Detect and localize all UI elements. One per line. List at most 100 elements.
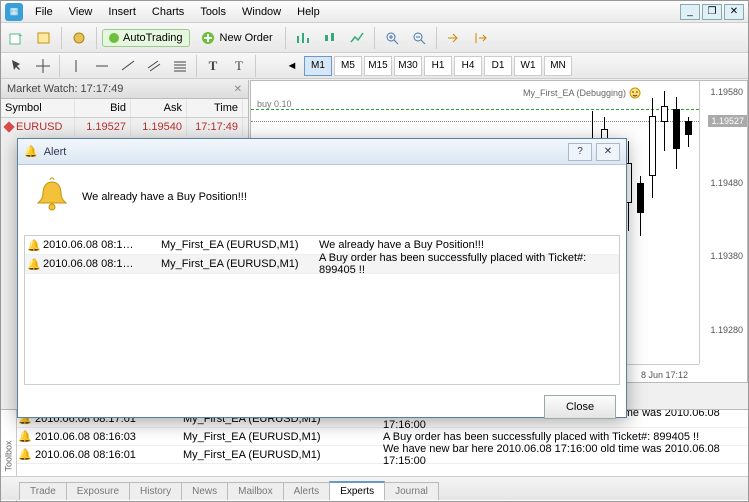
dialog-title: Alert [44,146,67,158]
market-watch-title: Market Watch: 17:17:49 [7,83,123,95]
market-watch-header[interactable]: Market Watch: 17:17:49 ✕ [1,80,248,99]
time-value: 17:17:49 [187,118,243,136]
new-order-button[interactable]: New Order [193,26,280,50]
dialog-titlebar[interactable]: 🔔 Alert ? ✕ [18,139,626,165]
symbol-diamond-icon [3,121,14,132]
tab-news[interactable]: News [181,482,228,500]
profiles-button[interactable] [32,26,56,50]
new-order-label: New Order [220,32,273,44]
autotrading-label: AutoTrading [123,32,183,44]
autoscroll-button[interactable] [442,26,466,50]
tab-history[interactable]: History [129,482,182,500]
bell-icon: 🔔 [17,430,33,443]
tab-mailbox[interactable]: Mailbox [227,482,283,500]
alert-row[interactable]: 🔔 2010.06.08 08:1… My_First_EA (EURUSD,M… [25,255,619,274]
bell-large-icon [32,177,72,217]
last-price-tag: 1.19527 [708,115,747,127]
menu-tools[interactable]: Tools [192,3,234,21]
help-button[interactable]: ? [568,143,592,161]
toolbox-tabs: Trade Exposure History News Mailbox Aler… [1,476,748,500]
tab-trade[interactable]: Trade [19,482,67,500]
close-button[interactable]: Close [544,395,616,419]
bell-icon: 🔔 [25,258,43,271]
menu-charts[interactable]: Charts [144,3,192,21]
buy-label: buy 0.10 [257,99,292,109]
bell-icon: 🔔 [24,145,38,158]
menu-file[interactable]: File [27,3,61,21]
separator [374,27,375,49]
y-axis: 1.19580 1.19527 1.19480 1.19380 1.19280 [699,81,747,364]
dialog-message-area: We already have a Buy Position!!! [18,165,626,229]
svg-text:+: + [18,31,23,40]
plus-icon [200,30,216,46]
ask-value: 1.19540 [131,118,187,136]
main-toolbar: + AutoTrading New Order [1,23,748,53]
trendline-button[interactable] [116,54,140,78]
bell-icon: 🔔 [25,239,43,252]
log-row[interactable]: 🔔 2010.06.08 08:16:01 My_First_EA (EURUS… [17,446,748,464]
zoom-out-button[interactable] [407,26,431,50]
new-chart-button[interactable]: + [5,26,29,50]
text-button[interactable]: T [227,54,251,78]
horizontal-line-button[interactable] [90,54,114,78]
crosshair-button[interactable] [31,54,55,78]
separator [196,55,197,77]
menu-insert[interactable]: Insert [100,3,144,21]
timeframe-step-left[interactable]: ◄ [282,54,302,78]
timeframe-h1[interactable]: H1 [424,56,452,76]
timeframe-w1[interactable]: W1 [514,56,542,76]
market-watch-row[interactable]: EURUSD 1.19527 1.19540 17:17:49 [1,118,248,136]
autotrading-button[interactable]: AutoTrading [102,29,190,47]
tab-exposure[interactable]: Exposure [66,482,130,500]
bid-value: 1.19527 [75,118,131,136]
tab-experts[interactable]: Experts [329,481,385,500]
col-ask[interactable]: Ask [131,99,187,117]
fibonacci-button[interactable] [168,54,192,78]
timeframe-h4[interactable]: H4 [454,56,482,76]
dialog-message: We already have a Buy Position!!! [82,191,247,203]
separator [96,27,97,49]
col-symbol[interactable]: Symbol [1,99,75,117]
symbol-name: EURUSD [16,121,62,133]
separator [61,27,62,49]
separator [436,27,437,49]
drawing-toolbar: T T ◄ M1 M5 M15 M30 H1 H4 D1 W1 MN [1,53,748,79]
separator [255,55,256,77]
timeframe-d1[interactable]: D1 [484,56,512,76]
menu-view[interactable]: View [61,3,101,21]
chart-shift-button[interactable] [469,26,493,50]
timeframe-m30[interactable]: M30 [394,56,422,76]
timeframe-m5[interactable]: M5 [334,56,362,76]
bar-chart-button[interactable] [291,26,315,50]
tab-journal[interactable]: Journal [384,482,439,500]
restore-button[interactable]: ❐ [702,4,722,20]
minimize-button[interactable]: _ [680,4,700,20]
dialog-close-button[interactable]: ✕ [596,143,620,161]
col-bid[interactable]: Bid [75,99,131,117]
market-watch-toggle[interactable] [67,26,91,50]
timeframe-m1[interactable]: M1 [304,56,332,76]
market-watch-columns: Symbol Bid Ask Time [1,99,248,118]
alert-history-grid: 🔔 2010.06.08 08:1… My_First_EA (EURUSD,M… [24,235,620,385]
panel-close-icon[interactable]: ✕ [234,84,242,95]
timeframe-mn[interactable]: MN [544,56,572,76]
bell-icon: 🔔 [17,448,33,461]
timeframe-m15[interactable]: M15 [364,56,392,76]
vertical-line-button[interactable] [64,54,88,78]
cursor-button[interactable] [5,54,29,78]
zoom-in-button[interactable] [380,26,404,50]
alert-dialog: 🔔 Alert ? ✕ We already have a Buy Positi… [17,138,627,418]
app-icon: ▦ [5,3,23,21]
menu-help[interactable]: Help [289,3,328,21]
inner-window-controls: _ ❐ ✕ [680,4,748,20]
menu-window[interactable]: Window [234,3,289,21]
equidistant-channel-button[interactable] [142,54,166,78]
tab-alerts[interactable]: Alerts [283,482,331,500]
line-chart-button[interactable] [345,26,369,50]
menu-bar: ▦ File View Insert Charts Tools Window H… [1,1,748,23]
col-time[interactable]: Time [187,99,243,117]
close-button[interactable]: ✕ [724,4,744,20]
separator [59,55,60,77]
text-label-button[interactable]: T [201,54,225,78]
candlestick-button[interactable] [318,26,342,50]
